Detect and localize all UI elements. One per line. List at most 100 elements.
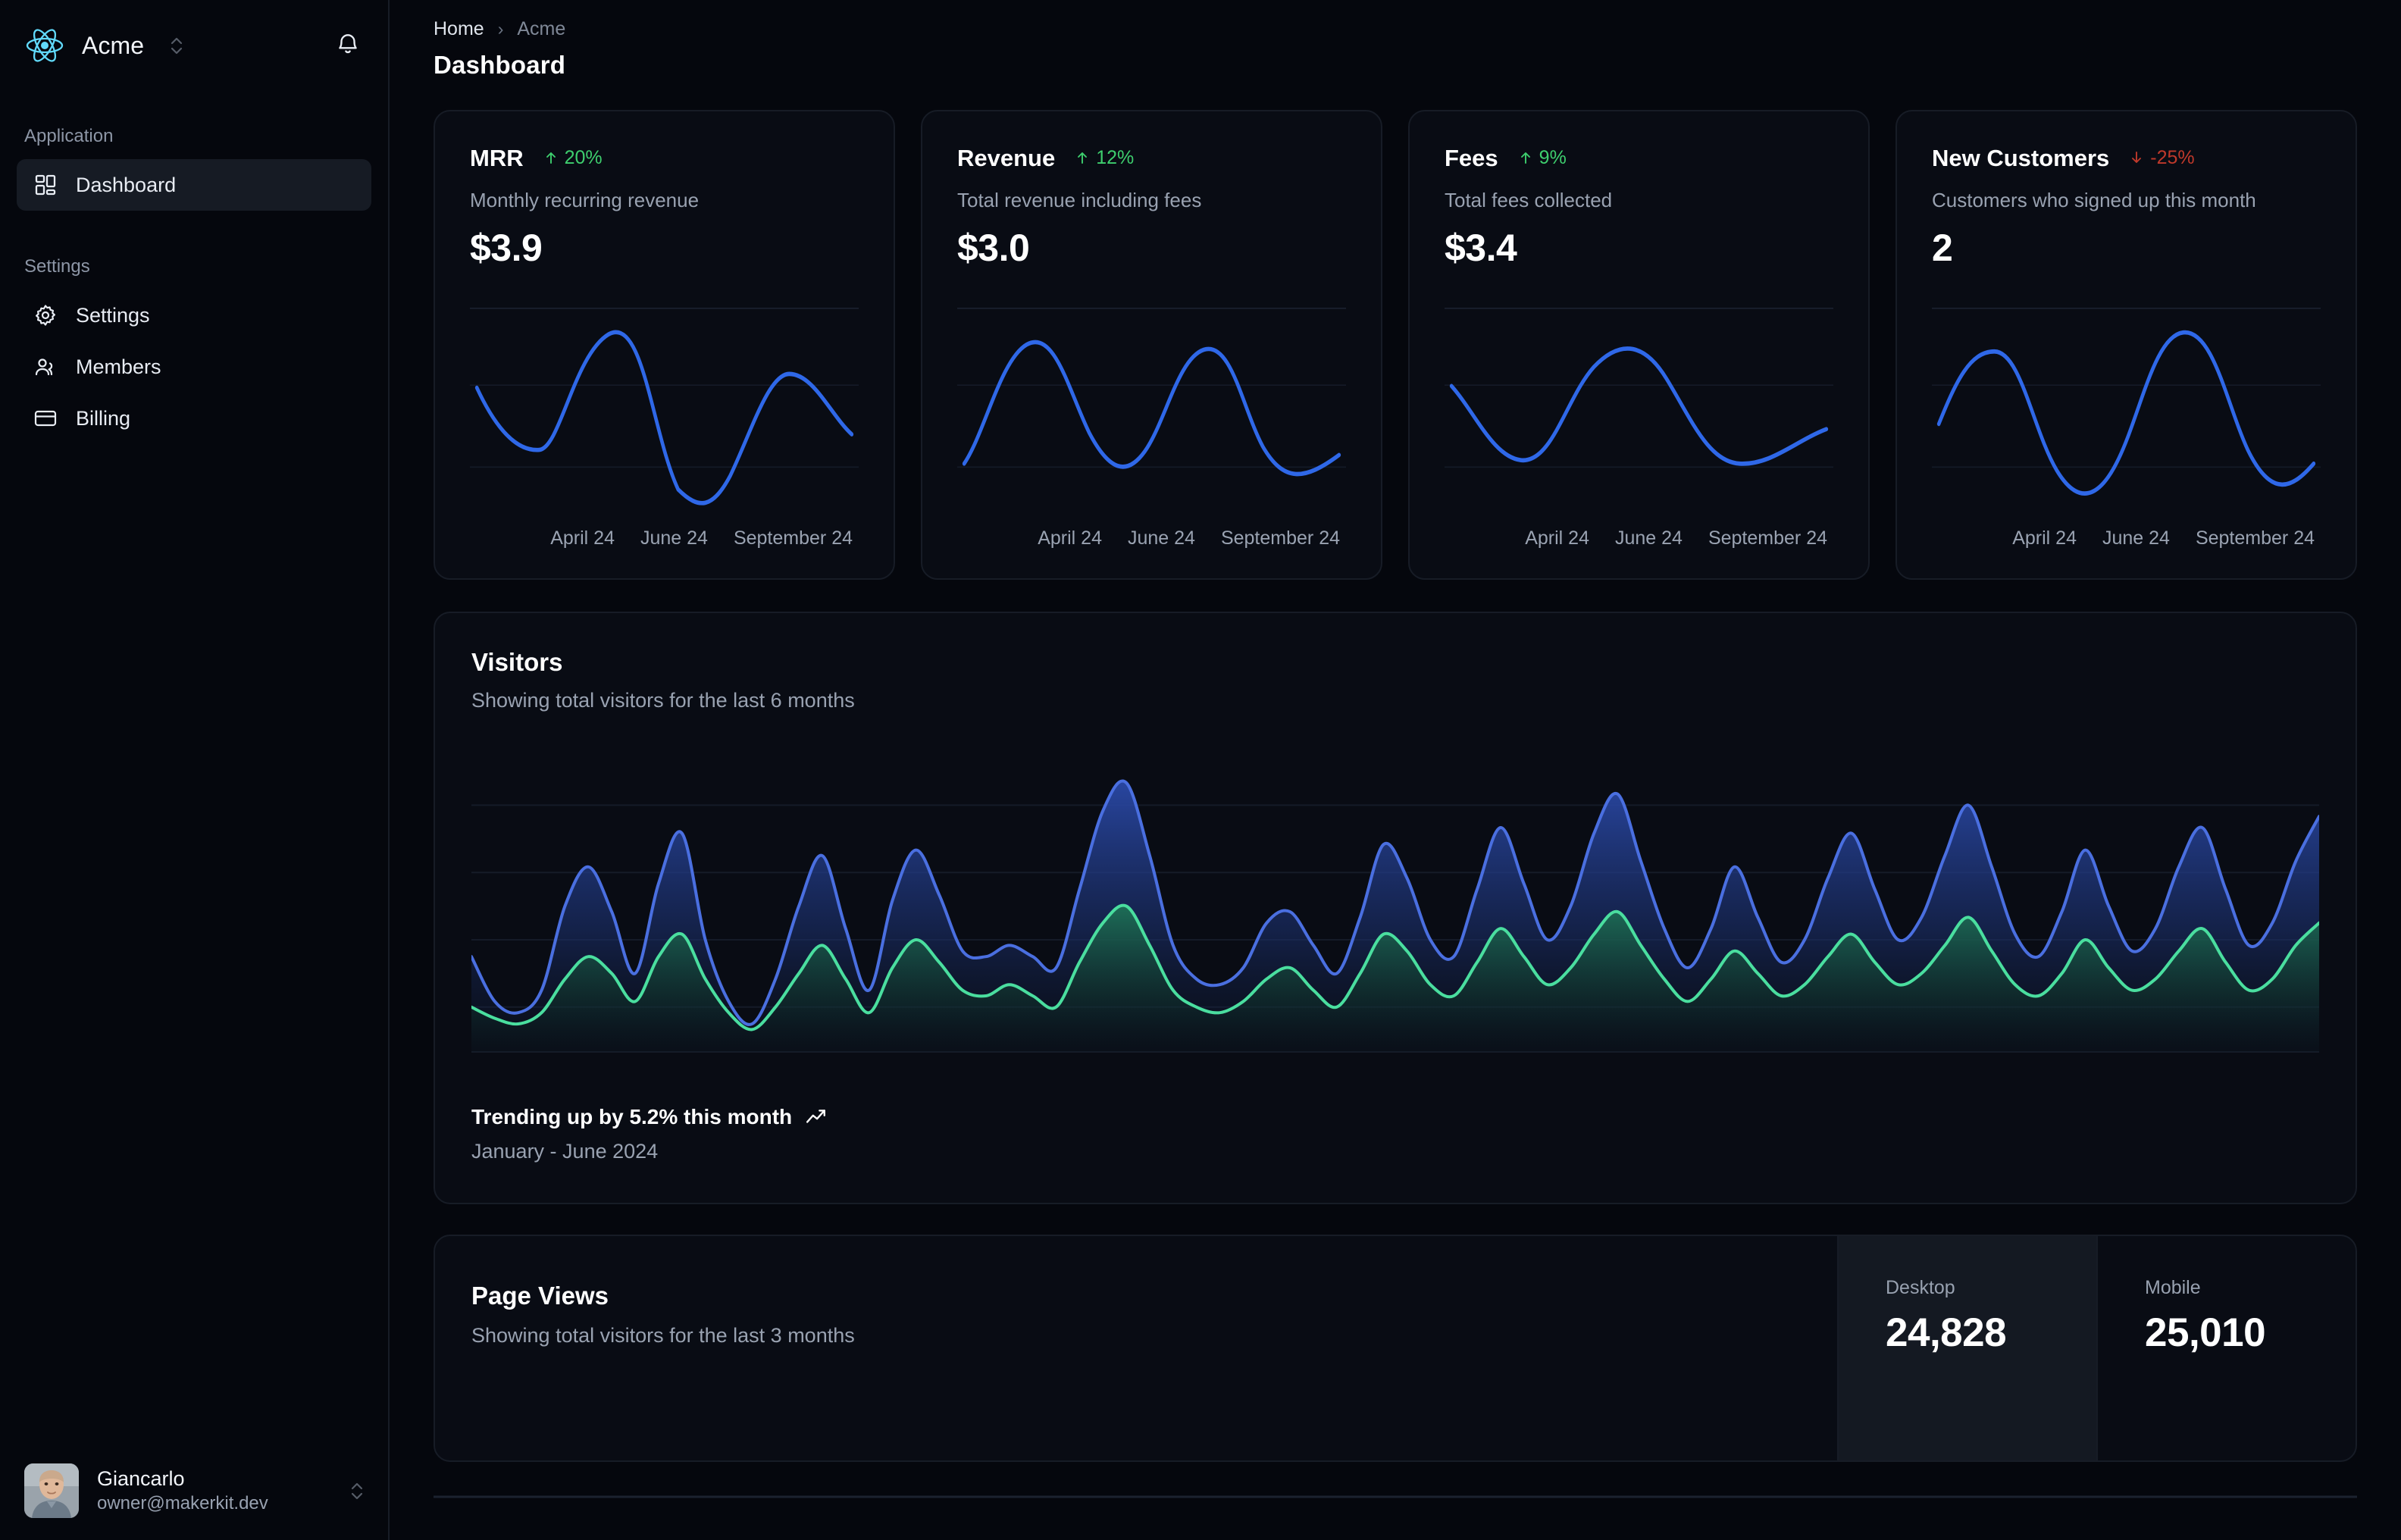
tile-label: Desktop xyxy=(1886,1277,1955,1298)
sparkline-chart-mrr xyxy=(470,303,859,527)
sidebar-group-label: Settings xyxy=(24,256,90,277)
visitors-trend-text: Trending up by 5.2% this month xyxy=(471,1105,793,1128)
sidebar-item-settings[interactable]: Settings xyxy=(17,290,371,341)
stat-card-head: MRR 20% xyxy=(470,145,859,172)
stat-card-subtitle: Total fees collected xyxy=(1445,189,1613,211)
sidebar-item-label: Members xyxy=(76,355,161,378)
stat-card-title: New Customers xyxy=(1932,145,2110,171)
stat-card-head: Revenue 12% xyxy=(957,145,1346,172)
sparkline-chart-revenue xyxy=(957,303,1346,527)
breadcrumb-current: Acme xyxy=(517,18,566,39)
axis-tick: April 24 xyxy=(1525,527,1589,549)
user-email: owner@makerkit.dev xyxy=(97,1493,268,1514)
credit-card-icon xyxy=(33,406,58,430)
page-header: Home › Acme Dashboard xyxy=(390,0,2401,80)
sidebar-item-dashboard[interactable]: Dashboard xyxy=(17,159,371,211)
visitors-period: January - June 2024 xyxy=(471,1140,659,1163)
status-badge: 9% xyxy=(1518,147,1567,169)
avatar xyxy=(24,1463,79,1518)
stat-card-new-customers[interactable]: New Customers -25% Customers who signed … xyxy=(1895,110,2357,580)
stat-card-subtitle: Customers who signed up this month xyxy=(1932,189,2256,211)
sidebar-group-application: Application Dashboard xyxy=(0,126,388,211)
page-views-header: Page Views Showing total visitors for th… xyxy=(435,1236,1837,1460)
axis-tick: September 24 xyxy=(1708,527,1827,549)
page-views-card: Page Views Showing total visitors for th… xyxy=(434,1235,2357,1462)
axis-tick: September 24 xyxy=(2195,527,2315,549)
visitors-title: Visitors xyxy=(471,648,563,676)
sidebar-item-billing[interactable]: Billing xyxy=(17,393,371,444)
stat-card-title: Fees xyxy=(1445,145,1498,171)
page-views-title: Page Views xyxy=(471,1282,609,1310)
page-views-tile-mobile[interactable]: Mobile 25,010 xyxy=(2096,1236,2356,1460)
sidebar-item-label: Settings xyxy=(76,303,150,327)
user-menu[interactable]: Giancarlo owner@makerkit.dev xyxy=(0,1441,390,1540)
user-name: Giancarlo xyxy=(97,1466,185,1490)
axis-tick: September 24 xyxy=(1220,527,1340,549)
stat-card-title: MRR xyxy=(470,145,524,171)
page-views-tile-desktop[interactable]: Desktop 24,828 xyxy=(1837,1236,2096,1460)
visitors-subtitle: Showing total visitors for the last 6 mo… xyxy=(471,689,855,712)
react-atom-icon xyxy=(24,25,65,66)
axis-tick: April 24 xyxy=(550,527,615,549)
sidebar-group-label: Application xyxy=(24,126,114,146)
visitors-trend: Trending up by 5.2% this month xyxy=(471,1105,2319,1129)
stat-cards-row: MRR 20% Monthly recurring revenue $3.9 A… xyxy=(390,80,2401,580)
chevron-up-down-icon xyxy=(347,1478,367,1504)
sparkline-x-axis: April 24 June 24 September 24 xyxy=(1932,527,2321,578)
visitors-card: Visitors Showing total visitors for the … xyxy=(434,612,2357,1204)
status-badge: -25% xyxy=(2129,146,2195,169)
stat-card-fees[interactable]: Fees 9% Total fees collected $3.4 April … xyxy=(1408,110,1870,580)
visitors-area-chart xyxy=(469,750,2321,1076)
sparkline-x-axis: April 24 June 24 September 24 xyxy=(1445,527,1833,578)
sparkline-chart-new-customers xyxy=(1932,303,2321,527)
sparkline-chart-fees xyxy=(1445,303,1833,527)
stat-card-head: Fees 9% xyxy=(1445,145,1833,172)
notifications-button[interactable] xyxy=(330,28,365,63)
stat-card-revenue[interactable]: Revenue 12% Total revenue including fees… xyxy=(921,110,1382,580)
chevron-up-down-icon xyxy=(167,33,186,58)
axis-tick: September 24 xyxy=(733,527,853,549)
sidebar-item-members[interactable]: Members xyxy=(17,341,371,393)
arrow-up-icon xyxy=(1078,152,1088,164)
layout-dashboard-icon xyxy=(33,173,58,197)
users-icon xyxy=(33,355,58,379)
status-badge: 12% xyxy=(1075,147,1134,169)
tile-value: 24,828 xyxy=(1886,1310,2007,1355)
visitors-footer: Trending up by 5.2% this month January -… xyxy=(471,1076,2319,1203)
stat-card-mrr[interactable]: MRR 20% Monthly recurring revenue $3.9 A… xyxy=(434,110,895,580)
tile-label: Mobile xyxy=(2145,1277,2201,1298)
user-meta: Giancarlo owner@makerkit.dev xyxy=(97,1466,323,1516)
sidebar-group-settings: Settings Settings Members Billing xyxy=(0,256,388,444)
arrow-up-icon xyxy=(546,152,556,164)
sidebar: Acme Application Dashboard Settings Sett… xyxy=(0,0,390,1540)
breadcrumb-home[interactable]: Home xyxy=(434,18,484,40)
workspace-switcher[interactable]: Acme xyxy=(24,25,330,66)
breadcrumb: Home › Acme xyxy=(434,18,2401,40)
trending-up-icon xyxy=(806,1110,826,1123)
stat-card-value: $3.9 xyxy=(470,227,543,269)
tile-value: 25,010 xyxy=(2145,1310,2266,1355)
gear-icon xyxy=(33,303,58,327)
stat-card-subtitle: Total revenue including fees xyxy=(957,189,1202,211)
stat-card-value: $3.4 xyxy=(1445,227,1517,269)
arrow-up-icon xyxy=(1520,152,1530,164)
stat-card-trend: -25% xyxy=(2150,146,2195,168)
workspace-name: Acme xyxy=(82,31,145,59)
axis-tick: June 24 xyxy=(2102,527,2170,549)
axis-tick: April 24 xyxy=(1038,527,1102,549)
page-views-subtitle: Showing total visitors for the last 3 mo… xyxy=(471,1324,855,1347)
page-views-tiles: Desktop 24,828 Mobile 25,010 xyxy=(1837,1236,2356,1460)
stat-card-trend: 12% xyxy=(1096,146,1135,168)
page-views-chart-clipped xyxy=(434,1462,2357,1530)
main-content: Home › Acme Dashboard MRR 20% Monthly re… xyxy=(390,0,2401,1540)
stat-card-value: 2 xyxy=(1932,227,1953,269)
stat-card-value: $3.0 xyxy=(957,227,1030,269)
stat-card-head: New Customers -25% xyxy=(1932,145,2321,172)
stat-card-subtitle: Monthly recurring revenue xyxy=(470,189,700,211)
axis-tick: June 24 xyxy=(1614,527,1683,549)
axis-tick: June 24 xyxy=(640,527,708,549)
app-root: Acme Application Dashboard Settings Sett… xyxy=(0,0,2401,1540)
page-title: Dashboard xyxy=(434,51,566,79)
arrow-down-icon xyxy=(2132,152,2142,163)
chevron-right-icon: › xyxy=(497,19,504,39)
